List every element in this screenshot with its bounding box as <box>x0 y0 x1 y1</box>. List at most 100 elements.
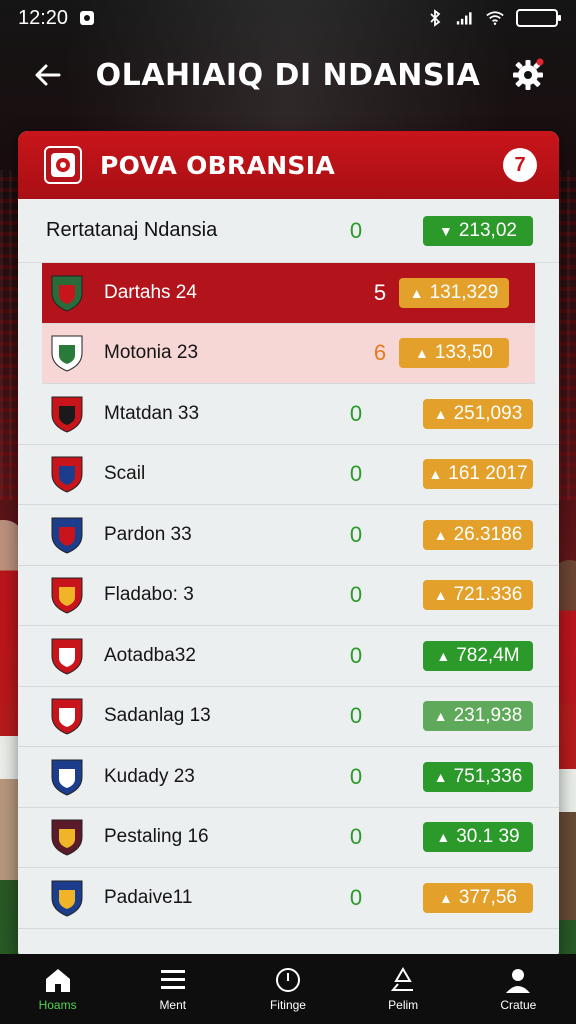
trend-arrow-icon: ▲ <box>436 829 451 846</box>
team-score: 0 <box>349 884 363 910</box>
nav-label: Ment <box>159 998 187 1012</box>
team-score: 0 <box>349 521 363 547</box>
trend-arrow-icon: ▲ <box>433 587 448 604</box>
value-text: 721.336 <box>453 584 523 606</box>
nav-fixtures[interactable]: Fitinge <box>238 966 338 1012</box>
table-title: Rertatanaj Ndansia <box>46 219 218 241</box>
team-score: 5 <box>373 279 387 305</box>
team-crest-icon <box>48 331 86 375</box>
value-pill: ▲ 161 2017 <box>423 459 533 490</box>
team-name: Dartahs 24 <box>104 281 197 303</box>
table-row[interactable]: Aotadba32 0 ▲ 782,4M <box>18 626 559 687</box>
value-text: 30.1 39 <box>456 826 520 848</box>
table-row[interactable]: Fladabo: 3 0 ▲ 721.336 <box>18 566 559 626</box>
bluetooth-icon <box>426 9 444 27</box>
card-title: POVA OBRANSIA <box>100 150 335 180</box>
team-score: 6 <box>373 340 387 366</box>
team-crest-icon <box>48 755 86 799</box>
trend-arrow-icon: ▲ <box>433 708 448 725</box>
team-name: Scail <box>104 463 146 485</box>
trend-arrow-icon: ▲ <box>433 405 448 422</box>
table-row[interactable]: Dartahs 24 5 ▲ 131,329 <box>42 263 535 324</box>
team-name: Padaive11 <box>104 886 193 908</box>
team-score: 0 <box>349 582 363 608</box>
standings-list: Dartahs 24 5 ▲ 131,329 Motonia 23 6 ▲ 133,50 M… <box>18 263 559 929</box>
value-text: 251,093 <box>453 402 523 424</box>
status-bar: 12:20 <box>0 0 576 36</box>
team-crest-icon <box>48 694 86 738</box>
nav-menu[interactable]: Ment <box>123 966 223 1012</box>
table-row[interactable]: Motonia 23 6 ▲ 133,50 <box>42 323 535 384</box>
team-crest-icon <box>48 815 86 859</box>
value-text: 26.3186 <box>453 523 523 545</box>
bottom-navigation: Hoams Ment Fitinge Pelim Cratue <box>0 954 576 1024</box>
team-crest-icon <box>48 271 86 315</box>
nav-profile[interactable]: Cratue <box>468 966 568 1012</box>
team-name: Fladabo: 3 <box>104 584 194 606</box>
nav-label: Pelim <box>388 998 419 1012</box>
value-text: 133,50 <box>434 342 493 364</box>
value-pill: ▲ 377,56 <box>423 882 533 913</box>
table-row[interactable]: Pestaling 16 0 ▲ 30.1 39 <box>18 808 559 868</box>
trend-arrow-icon: ▲ <box>439 889 453 906</box>
nav-pelim[interactable]: Pelim <box>353 966 453 1012</box>
team-crest-icon <box>48 573 86 617</box>
nav-label: Fitinge <box>269 998 306 1012</box>
team-crest-icon <box>48 876 86 920</box>
trend-arrow-icon: ▲ <box>409 284 424 301</box>
trend-arrow-icon: ▲ <box>415 345 429 362</box>
value-text: 751,336 <box>453 765 523 787</box>
trend-arrow-icon: ▲ <box>436 647 451 664</box>
trend-arrow-icon: ▲ <box>428 466 443 483</box>
recycle-icon <box>391 967 414 991</box>
value-pill: ▲ 26.3186 <box>423 519 533 550</box>
team-crest-icon <box>48 634 86 678</box>
value-pill: ▲ 782,4M <box>423 640 533 671</box>
battery-icon <box>516 9 561 27</box>
wifi-icon <box>486 9 504 27</box>
team-score: 0 <box>349 400 363 426</box>
team-crest-icon <box>48 392 86 436</box>
app-bar: OLAHIAIQ DI NDANSIA <box>0 40 576 110</box>
table-row[interactable]: Sadanlag 13 0 ▲ 231,938 <box>18 687 559 747</box>
team-name: Aotadba32 <box>104 644 196 666</box>
table-title-score: 0 <box>349 217 363 243</box>
team-name: Mtatdan 33 <box>104 402 200 424</box>
team-name: Sadanlag 13 <box>104 705 211 727</box>
value-text: 782,4M <box>456 644 520 666</box>
league-logo-icon <box>44 146 82 184</box>
table-title-row: Rertatanaj Ndansia 0 ▼ 213,02 <box>18 199 559 263</box>
up-arrow-icon: ▼ <box>439 222 453 239</box>
team-score: 0 <box>349 824 363 850</box>
count-badge[interactable]: 7 <box>503 148 537 182</box>
settings-button[interactable] <box>504 51 552 99</box>
team-crest-icon <box>48 452 86 496</box>
value-pill: ▲ 721.336 <box>423 580 533 611</box>
value-pill: ▲ 131,329 <box>399 277 509 308</box>
team-score: 0 <box>349 703 363 729</box>
value-pill: ▲ 751,336 <box>423 761 533 792</box>
value-text: 131,329 <box>429 281 499 303</box>
table-row[interactable]: Scail 0 ▲ 161 2017 <box>18 445 559 505</box>
table-row[interactable]: Pardon 33 0 ▲ 26.3186 <box>18 505 559 566</box>
value-pill: ▲ 231,938 <box>423 701 533 732</box>
app-title: OLAHIAIQ DI NDANSIA <box>95 57 481 93</box>
trend-arrow-icon: ▲ <box>433 526 448 543</box>
nav-label: Cratue <box>500 998 537 1012</box>
standings-card: POVA OBRANSIA 7 Rertatanaj Ndansia 0 ▼ 2… <box>18 131 559 961</box>
team-name: Pestaling 16 <box>104 826 209 848</box>
nav-home[interactable]: Hoams <box>8 966 108 1012</box>
back-button[interactable] <box>24 51 72 99</box>
table-row[interactable]: Kudady 23 0 ▲ 751,336 <box>18 747 559 808</box>
table-row[interactable]: Mtatdan 33 0 ▲ 251,093 <box>18 384 559 445</box>
team-crest-icon <box>48 513 86 557</box>
home-icon <box>45 969 70 992</box>
team-score: 0 <box>349 461 363 487</box>
team-name: Pardon 33 <box>104 523 192 545</box>
card-header: POVA OBRANSIA 7 <box>18 131 559 199</box>
gear-icon <box>512 58 544 90</box>
value-pill: ▲ 251,093 <box>423 398 533 429</box>
table-row[interactable]: Padaive11 0 ▲ 377,56 <box>18 868 559 929</box>
nav-label: Hoams <box>38 998 77 1012</box>
status-time: 12:20 <box>18 6 69 29</box>
